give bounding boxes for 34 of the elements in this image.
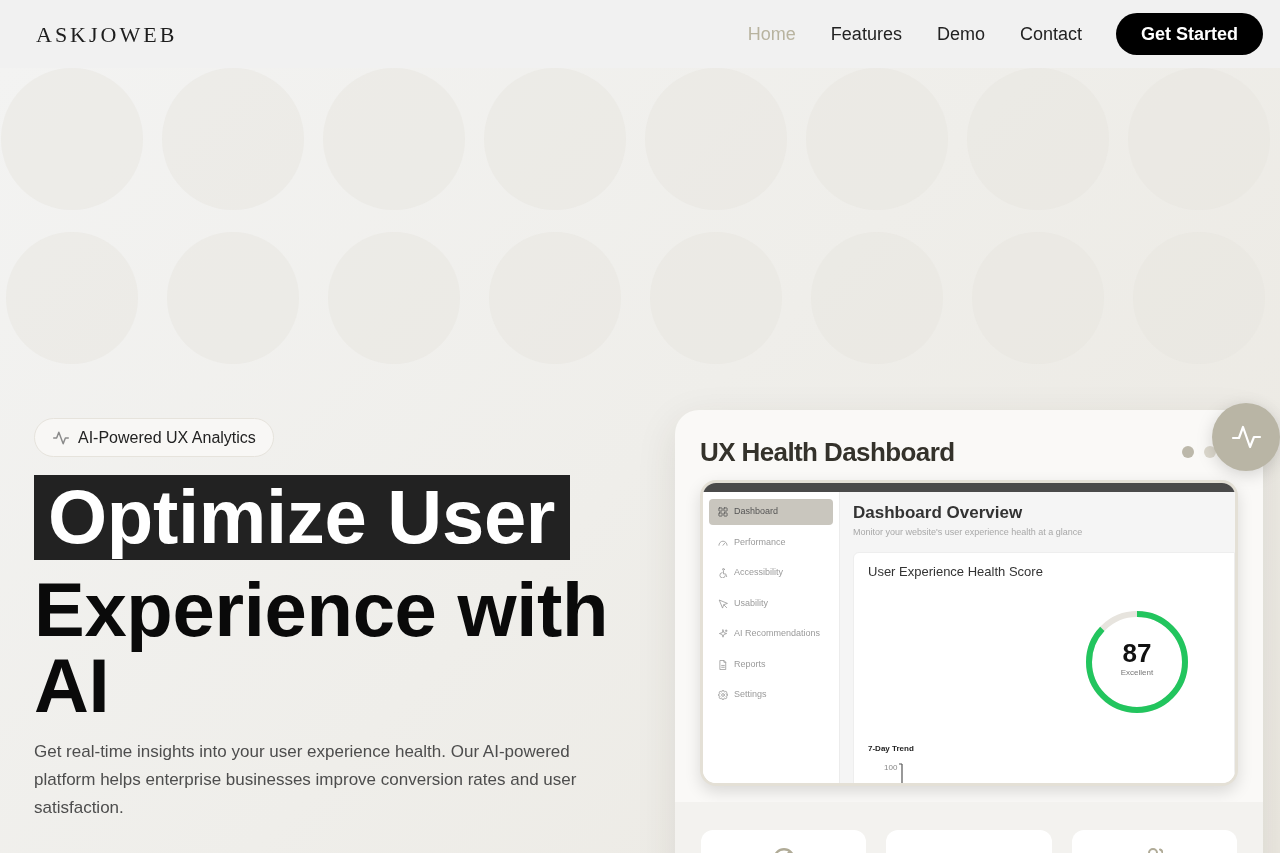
sidebar-item[interactable]: AI Recommendations — [709, 621, 833, 647]
chart-title: 7-Day Trend — [868, 744, 915, 754]
pulse-icon — [53, 429, 69, 446]
sidebar-item[interactable]: Reports — [709, 651, 833, 678]
document-icon — [718, 659, 728, 670]
get-started-button[interactable]: Get Started — [1115, 13, 1263, 55]
score-value: 87 — [1122, 638, 1152, 668]
brand-logo[interactable]: ASKJOWEB — [36, 17, 178, 51]
nav-link[interactable]: Features — [830, 20, 902, 48]
card-title: User Experience Health Score — [868, 564, 1044, 580]
hero-description: Get real-time insights into your user experience health. Our AI-powered platform helps enterprise businesses improve conversion rates and user satisfaction. — [34, 741, 578, 819]
sidebar-item[interactable]: Usability — [709, 590, 833, 617]
dot-icon — [1204, 446, 1216, 458]
grid-icon — [718, 507, 728, 517]
axis-label: 100 — [884, 763, 898, 772]
nav-link[interactable]: Home — [747, 20, 796, 48]
preview-subheading: Monitor your website's user experience health at a glance — [853, 526, 1084, 539]
badge-text: AI-Powered UX Analytics — [78, 427, 256, 448]
sparkle-icon — [718, 629, 728, 639]
sidebar-item[interactable]: Performance — [709, 529, 833, 556]
sidebar-item[interactable]: Settings — [709, 682, 833, 708]
hero-title: Experience with AI — [34, 572, 610, 724]
gear-icon — [718, 690, 728, 700]
dot-icon — [1182, 446, 1194, 458]
nav-link[interactable]: Demo — [936, 20, 985, 48]
cursor-icon — [718, 598, 728, 609]
sidebar-item[interactable]: Accessibility — [709, 560, 833, 586]
preview-heading: Dashboard Overview — [853, 502, 1024, 524]
title-highlight: Optimize User — [34, 475, 571, 560]
dashboard-title: UX Health Dashboard — [700, 435, 955, 469]
nav-link[interactable]: Contact — [1019, 20, 1082, 48]
sidebar-item[interactable]: Dashboard — [709, 499, 833, 525]
wheelchair-icon — [718, 568, 728, 578]
score-rating: Excellent — [1120, 668, 1154, 678]
